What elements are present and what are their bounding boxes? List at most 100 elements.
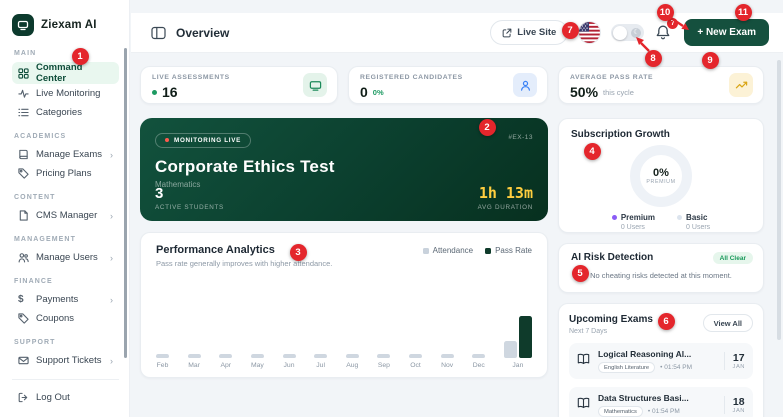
sidebar-item-command-center[interactable]: Command Center — [12, 62, 119, 84]
sidebar-item-coupons[interactable]: Coupons — [12, 309, 119, 328]
donut-center-value: 0% — [653, 167, 669, 179]
bar-month-label: Nov — [441, 362, 454, 369]
bar-attendance — [187, 354, 201, 358]
chevron-right-icon: › — [110, 149, 113, 160]
bar-month-label: Apr — [220, 362, 232, 369]
legend-premium: Premium 0 Users — [611, 213, 655, 231]
analytics-chart: Feb Mar Apr May Jun Jul Aug Sep Oct Nov Dec Jan — [156, 279, 532, 369]
subscription-donut-chart: 0% PREMIUM — [630, 145, 692, 207]
sidebar-item-pricing-plans[interactable]: Pricing Plans — [12, 164, 119, 183]
exam-subject-tag: English Literature — [598, 362, 656, 373]
notifications-button[interactable]: 7 — [655, 17, 679, 42]
trend-up-icon — [729, 73, 753, 97]
sidebar-item-label: Live Monitoring — [36, 88, 101, 99]
exam-date: 18 JAN — [723, 396, 745, 414]
new-exam-button[interactable]: + New Exam — [684, 19, 769, 46]
avg-duration-label: AVG DURATION — [477, 204, 533, 211]
exam-date: 17 JAN — [723, 352, 745, 370]
bar-group: May — [250, 282, 264, 369]
logout-button[interactable]: Log Out — [12, 388, 119, 407]
bar-attendance — [219, 354, 233, 358]
monitoring-live-badge: MONITORING LIVE — [155, 132, 252, 148]
sidebar-toggle-icon[interactable] — [151, 26, 166, 40]
basic-dot — [677, 215, 683, 220]
bar-month-label: Aug — [346, 362, 359, 369]
all-clear-badge: All Clear — [712, 252, 753, 264]
bar-month-label: Feb — [156, 362, 169, 369]
bar-pass-rate — [518, 316, 532, 358]
nav-section-academics: ACADEMICS — [14, 133, 67, 140]
annotation-badge-9: 9 — [701, 51, 719, 69]
person-icon — [513, 73, 537, 97]
sidebar-item-payments[interactable]: $ Payments › — [12, 290, 119, 309]
sidebar-item-cms-manager[interactable]: CMS Manager › — [12, 206, 119, 225]
tag-icon — [18, 168, 29, 179]
bar-month-label: Jan — [512, 362, 524, 369]
app-title: Ziexam AI — [41, 19, 97, 31]
sidebar-item-live-monitoring[interactable]: Live Monitoring — [12, 84, 119, 103]
live-site-label: Live Site — [517, 27, 557, 38]
sidebar-item-manage-users[interactable]: Manage Users › — [12, 248, 119, 267]
bar-attendance — [314, 354, 328, 358]
annotation-badge-6: 6 — [657, 312, 675, 330]
recording-dot — [165, 138, 169, 142]
dashboard-app: Ziexam AI MAIN Command Center Live Monit… — [0, 0, 783, 417]
bar-group: Nov — [440, 282, 454, 369]
bar-group: Feb — [156, 282, 169, 369]
stat-card-registered-candidates: REGISTERED CANDIDATES 0 0% — [348, 66, 548, 104]
legend-pass-rate: Pass Rate — [485, 246, 532, 255]
language-flag-us-icon[interactable] — [579, 22, 601, 43]
activity-icon — [18, 88, 29, 99]
bar-month-label: Jul — [316, 362, 325, 369]
sidebar-scrollbar[interactable] — [124, 48, 127, 358]
upcoming-subtitle: Next 7 Days — [569, 328, 608, 335]
bar-group: Aug — [345, 282, 359, 369]
stat-label: AVERAGE PASS RATE — [570, 74, 654, 81]
nav-section-management: MANAGEMENT — [14, 236, 76, 243]
grid-icon — [18, 67, 29, 79]
sidebar-item-manage-exams[interactable]: Manage Exams › — [12, 145, 119, 164]
sidebar-item-label: Coupons — [36, 313, 75, 324]
legend-basic: Basic 0 Users — [677, 213, 710, 231]
page-scrollbar[interactable] — [777, 60, 781, 340]
open-book-icon — [577, 352, 590, 370]
sidebar-item-label: Support Tickets — [36, 355, 102, 366]
theme-toggle[interactable]: ☾ — [611, 24, 645, 41]
exam-row[interactable]: Logical Reasoning Al... English Literatu… — [569, 343, 753, 379]
basic-users: 0 Users — [686, 224, 711, 231]
annotation-badge-11: 11 — [734, 3, 752, 21]
sidebar-item-categories[interactable]: Categories — [12, 103, 119, 122]
sidebar-item-label: Command Center — [36, 62, 83, 84]
dollar-icon: $ — [18, 294, 24, 305]
bar-attendance — [472, 354, 486, 358]
bar-group: Mar — [187, 282, 201, 369]
stat-card-average-pass-rate: AVERAGE PASS RATE 50% this cycle — [558, 66, 764, 104]
sidebar-item-support-tickets[interactable]: Support Tickets › — [12, 351, 119, 370]
annotation-badge-3: 3 — [289, 243, 307, 261]
sidebar-item-label: Payments — [36, 294, 79, 305]
live-exam-title: Corporate Ethics Test — [155, 156, 335, 176]
nav-section-content: CONTENT — [14, 194, 56, 201]
stat-label: LIVE ASSESSMENTS — [152, 74, 230, 81]
bar-attendance — [440, 354, 454, 358]
bar-month-label: Jun — [283, 362, 295, 369]
users-icon — [18, 252, 29, 263]
live-site-button[interactable]: Live Site — [490, 20, 569, 45]
nav-section-finance: FINANCE — [14, 278, 53, 285]
upcoming-title: Upcoming Exams — [569, 314, 653, 325]
avg-duration-value: 1h 13m — [478, 184, 533, 202]
bar-attendance — [377, 354, 391, 358]
logo: Ziexam AI — [12, 14, 119, 36]
legend-swatch-attendance — [422, 247, 429, 254]
bar-group: Apr — [219, 282, 233, 369]
risk-message: No cheating risks detected at this momen… — [590, 271, 732, 280]
annotation-badge-2: 2 — [478, 118, 496, 136]
exam-row[interactable]: Data Structures Basi... Mathematics • 01… — [569, 387, 753, 417]
subscription-growth-card: Subscription Growth 0% PREMIUM Premium 0… — [558, 118, 764, 233]
sidebar-item-label: Categories — [36, 107, 82, 118]
page-title: Overview — [176, 25, 230, 40]
view-all-button[interactable]: View All — [702, 314, 753, 332]
toggle-knob — [613, 25, 628, 40]
annotation-badge-1: 1 — [71, 47, 89, 65]
sidebar-item-label: CMS Manager — [36, 210, 98, 221]
